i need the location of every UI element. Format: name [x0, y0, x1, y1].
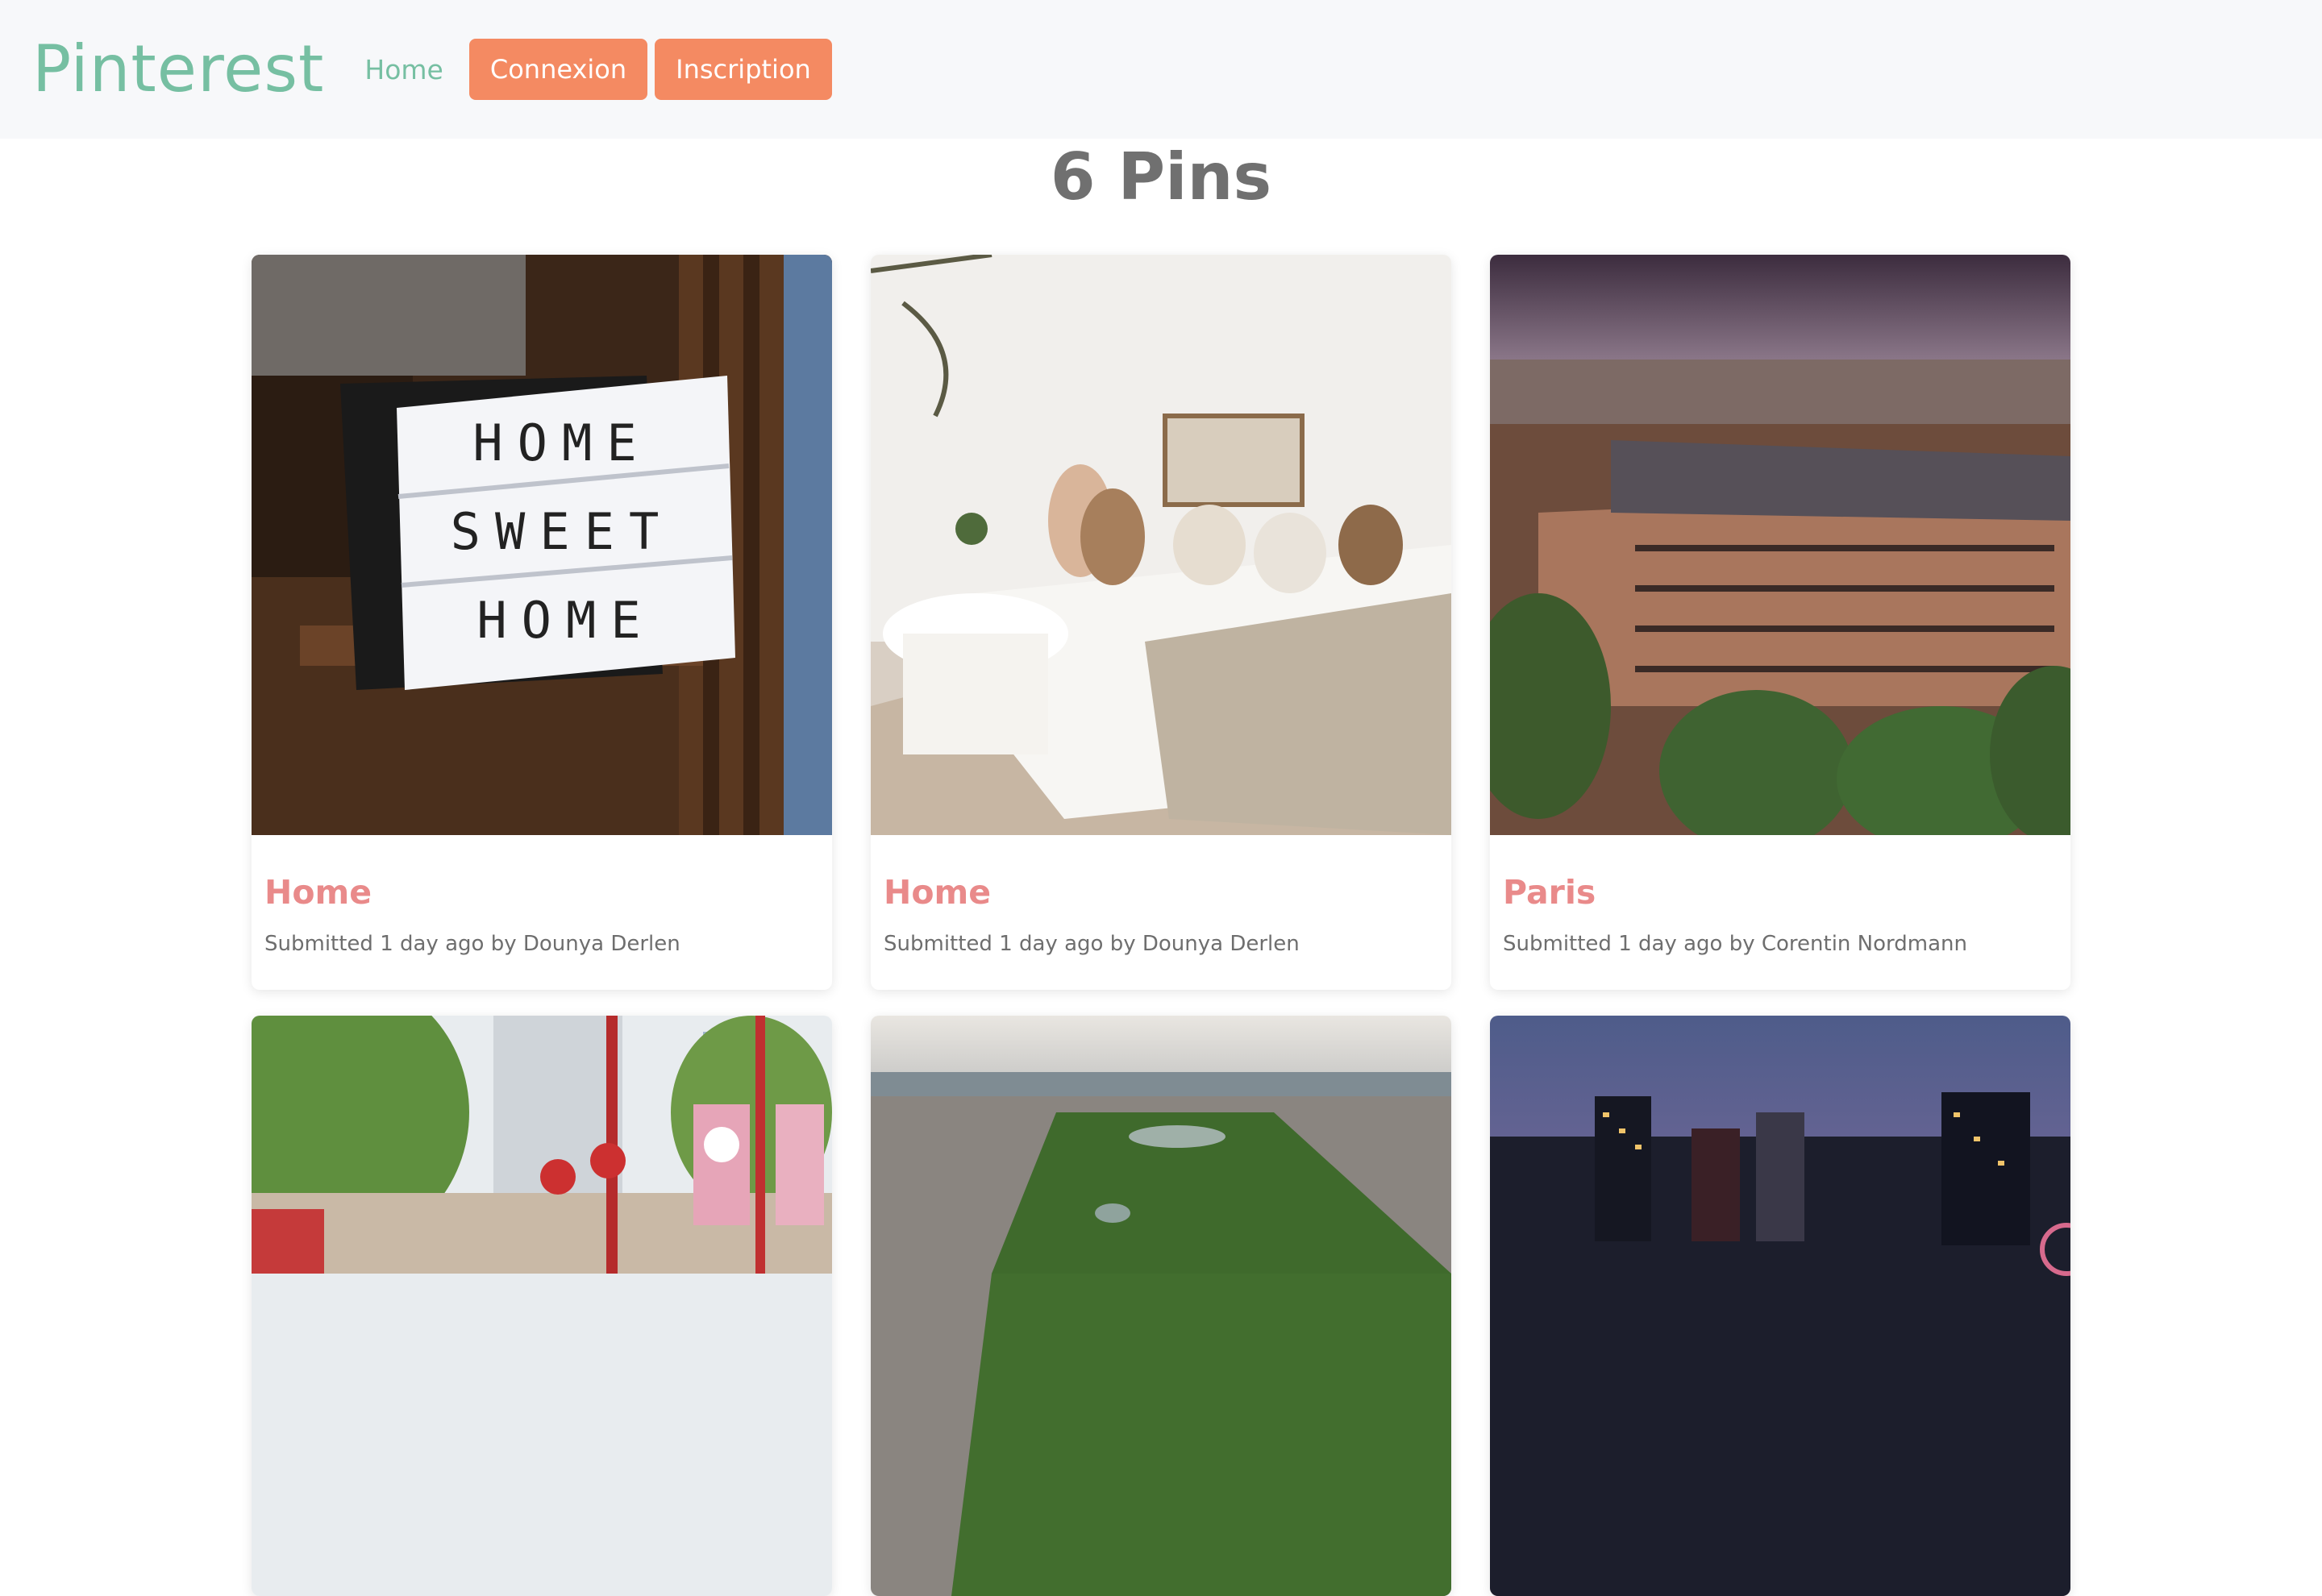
pin-card[interactable] — [252, 1016, 832, 1596]
pin-card[interactable]: HOME SWEET HOME Home Submitted 1 day ago… — [252, 255, 832, 990]
pin-image-home-sweet-home[interactable]: HOME SWEET HOME — [252, 255, 832, 835]
signup-button[interactable]: Inscription — [655, 39, 832, 100]
pin-title[interactable]: Home — [884, 872, 1438, 912]
pin-image-central-park[interactable] — [871, 1016, 1451, 1596]
login-button[interactable]: Connexion — [468, 39, 648, 100]
pin-card-body: Home Submitted 1 day ago by Dounya Derle… — [252, 835, 832, 990]
pin-meta: Submitted 1 day ago by Corentin Nordmann — [1503, 932, 1967, 956]
pin-image-chinatown[interactable] — [252, 1016, 832, 1596]
pin-card-body: Paris Submitted 1 day ago by Corentin No… — [1490, 835, 2070, 990]
pin-meta: Submitted 1 day ago by Dounya Derlen — [884, 932, 1300, 956]
pin-title[interactable]: Home — [264, 872, 819, 912]
svg-text:HOME: HOME — [476, 591, 655, 650]
pin-card[interactable] — [1490, 1016, 2070, 1596]
pin-image-living-room[interactable] — [871, 255, 1451, 835]
pin-card-body: Home Submitted 1 day ago by Dounya Derle… — [871, 835, 1451, 990]
svg-text:SWEET: SWEET — [451, 502, 674, 561]
pin-title[interactable]: Paris — [1503, 872, 2058, 912]
svg-text:HOME: HOME — [472, 414, 651, 472]
pin-card[interactable]: Home Submitted 1 day ago by Dounya Derle… — [871, 255, 1451, 990]
pin-image-city-skyline[interactable] — [1490, 1016, 2070, 1596]
pin-meta: Submitted 1 day ago by Dounya Derlen — [264, 932, 680, 956]
pin-card[interactable]: Paris Submitted 1 day ago by Corentin No… — [1490, 255, 2070, 990]
page-title: 6 Pins — [1050, 139, 1272, 214]
pin-image-paris[interactable] — [1490, 255, 2070, 835]
brand-logo[interactable]: Pinterest — [32, 37, 324, 102]
navbar: Pinterest Home Connexion Inscription — [0, 0, 2322, 139]
pin-card[interactable] — [871, 1016, 1451, 1596]
nav-link-home[interactable]: Home — [364, 54, 443, 85]
